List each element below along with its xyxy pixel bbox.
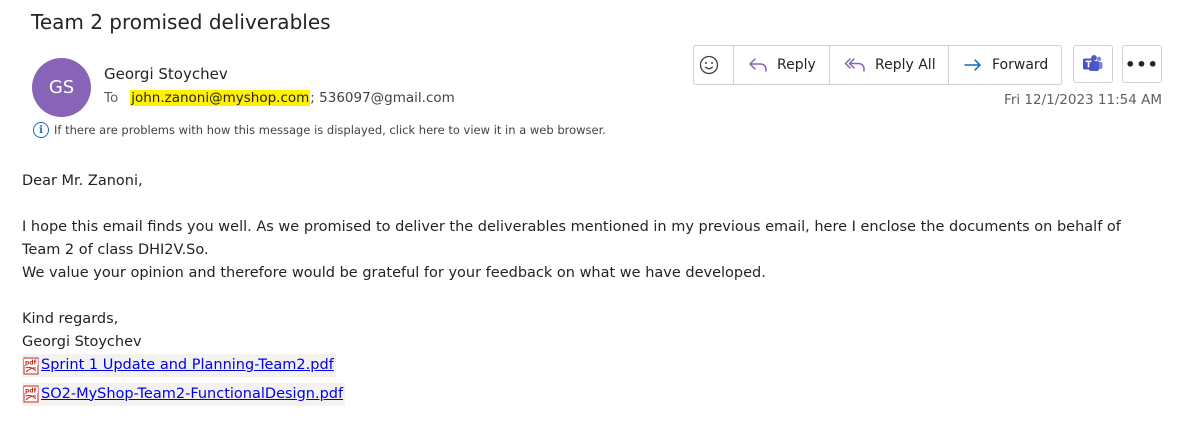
email-body: Dear Mr. Zanoni, I hope this email finds… — [22, 170, 1162, 411]
more-icon: ••• — [1125, 54, 1159, 74]
reply-all-label: Reply All — [875, 57, 936, 73]
info-icon: i — [33, 122, 49, 138]
pdf-icon: pdf — [23, 357, 39, 374]
info-notice-text[interactable]: If there are problems with how this mess… — [54, 123, 606, 137]
avatar-initials: GS — [48, 77, 75, 98]
recipient-rest[interactable]: ; 536097@gmail.com — [310, 90, 455, 106]
recipients-line: To john.zanoni@myshop.com ; 536097@gmail… — [104, 90, 455, 106]
reply-label: Reply — [777, 57, 816, 73]
attachment-name-1[interactable]: Sprint 1 Update and Planning-Team2.pdf — [41, 354, 334, 377]
more-actions-button[interactable]: ••• — [1122, 45, 1162, 83]
attachment-link-1[interactable]: pdf Sprint 1 Update and Planning-Team2.p… — [22, 354, 336, 377]
pdf-icon: pdf — [23, 385, 39, 403]
reply-all-icon — [844, 58, 865, 72]
sent-date: Fri 12/1/2023 11:54 AM — [1004, 92, 1162, 108]
attachment-line-2: pdf SO2-MyShop-Team2-FunctionalDesign.pd… — [22, 382, 1162, 412]
forward-label: Forward — [992, 57, 1049, 73]
forward-arrow-icon — [964, 59, 981, 71]
attachment-name-2[interactable]: SO2-MyShop-Team2-FunctionalDesign.pdf — [41, 383, 343, 406]
reply-all-button[interactable]: Reply All — [830, 46, 949, 84]
svg-text:pdf: pdf — [25, 388, 37, 395]
message-action-toolbar: Reply Reply All Forward — [693, 45, 1062, 85]
recipient-highlighted[interactable]: john.zanoni@myshop.com — [130, 90, 311, 106]
body-paragraph-1: I hope this email finds you well. As we … — [22, 219, 1121, 258]
reply-button[interactable]: Reply — [734, 46, 830, 84]
forward-button[interactable]: Forward — [949, 46, 1061, 84]
emoji-icon — [699, 55, 719, 75]
attachment-line-1: pdf Sprint 1 Update and Planning-Team2.p… — [22, 354, 1162, 383]
sender-name[interactable]: Georgi Stoychev — [104, 65, 228, 83]
avatar[interactable]: GS — [32, 58, 91, 117]
email-subject: Team 2 promised deliverables — [31, 10, 331, 34]
closing: Kind regards, — [22, 311, 119, 327]
to-label: To — [104, 90, 119, 106]
greeting: Dear Mr. Zanoni, — [22, 173, 143, 189]
teams-icon — [1083, 55, 1103, 71]
teams-share-button[interactable] — [1073, 45, 1113, 83]
display-problem-notice[interactable]: i If there are problems with how this me… — [33, 122, 606, 138]
emoji-reaction-button[interactable] — [694, 46, 734, 84]
svg-text:pdf: pdf — [25, 359, 37, 366]
signature: Georgi Stoychev — [22, 334, 142, 350]
body-paragraph-2: We value your opinion and therefore woul… — [22, 265, 766, 281]
reply-icon — [749, 58, 767, 72]
attachment-link-2[interactable]: pdf SO2-MyShop-Team2-FunctionalDesign.pd… — [22, 382, 346, 406]
